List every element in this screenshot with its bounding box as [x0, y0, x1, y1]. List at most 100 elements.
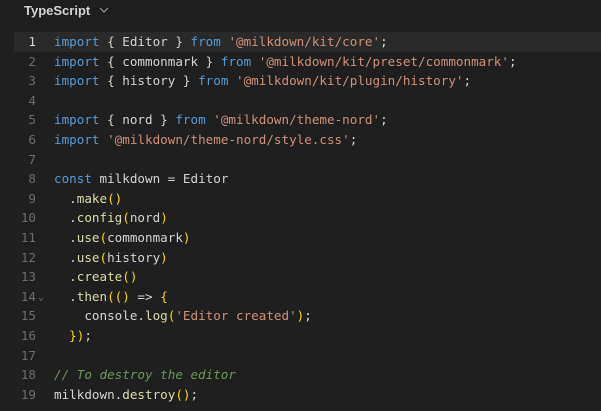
line-number: 8 [28, 171, 36, 187]
code-token: . [54, 210, 77, 226]
code-token: '@milkdown/kit/preset/commonmark' [258, 53, 509, 69]
code-text: .make() [54, 189, 122, 209]
code-token: const [54, 171, 92, 187]
code-editor[interactable]: 1 import { Editor } from '@milkdown/kit/c… [14, 32, 601, 411]
code-token: ; [349, 131, 358, 147]
line-number: 2 [28, 53, 36, 69]
code-token: from [220, 53, 252, 69]
code-line: 16 }); [14, 326, 601, 346]
code-line: 8 const milkdown = Editor [14, 169, 601, 189]
code-line: 17 [14, 346, 601, 366]
code-line: 11 .use(commonmark) [14, 228, 601, 248]
code-token: console. [54, 308, 145, 324]
code-line: 2 import { commonmark } from '@milkdown/k… [14, 52, 601, 72]
code-token: history [107, 249, 161, 265]
line-number: 3 [28, 73, 36, 89]
code-text: }); [54, 326, 92, 346]
code-text: import { commonmark } from '@milkdown/ki… [54, 52, 517, 72]
code-token: ; [190, 386, 199, 402]
code-token: from [175, 112, 206, 128]
code-token: // To destroy the editor [54, 367, 236, 383]
code-line: 10 .config(nord) [14, 208, 601, 228]
code-token: . [54, 269, 77, 285]
code-token: import [54, 73, 100, 89]
code-token: '@milkdown/kit/plugin/history' [236, 73, 464, 89]
code-token: () [122, 269, 138, 285]
line-number: 10 [20, 210, 36, 226]
code-token: . [54, 288, 77, 304]
code-token: { commonmark } [99, 53, 221, 69]
code-header: TypeScript [0, 0, 601, 24]
code-token: }) [54, 327, 85, 343]
code-token: milkdown = Editor [91, 171, 229, 187]
code-line: 14 ⌄ .then(() => { [14, 287, 601, 307]
code-text: import { history } from '@milkdown/kit/p… [54, 71, 471, 91]
line-number: 4 [28, 92, 36, 108]
code-token: ; [508, 53, 517, 69]
line-number: 13 [20, 269, 36, 285]
code-token: { history } [99, 73, 199, 89]
line-number: 19 [20, 386, 36, 402]
code-token: . [54, 229, 77, 245]
code-token: commonmark [107, 229, 183, 245]
code-token: '@milkdown/kit/core' [228, 34, 381, 49]
code-token: '@milkdown/theme-nord/style.css' [107, 131, 350, 147]
code-line: 4 [14, 91, 601, 111]
code-line: 7 [14, 150, 601, 170]
line-number: 16 [20, 327, 36, 343]
code-text: .use(history) [54, 248, 168, 268]
line-number: 12 [20, 249, 36, 265]
code-token: 'Editor created' [175, 308, 297, 324]
code-line: 6 import '@milkdown/theme-nord/style.css'… [14, 130, 601, 150]
code-token: (() [107, 288, 130, 304]
code-token: { [160, 288, 168, 304]
code-viewer: TypeScript 1 import { Editor } from '@mil… [0, 0, 601, 411]
code-token: ) [160, 249, 168, 265]
code-token: () [175, 386, 191, 402]
code-token: . [54, 190, 77, 206]
code-token: ; [380, 112, 388, 128]
code-token: use [76, 229, 100, 245]
code-token: ( [122, 210, 130, 226]
code-lines: 1 import { Editor } from '@milkdown/kit/c… [14, 32, 601, 404]
code-token: import [54, 112, 100, 128]
code-text: console.log('Editor created'); [54, 306, 312, 326]
line-number: 11 [20, 229, 36, 245]
code-token: config [76, 210, 123, 226]
code-line: 3 import { history } from '@milkdown/kit/… [14, 71, 601, 91]
code-token: ; [463, 73, 472, 89]
line-number: 7 [28, 151, 36, 167]
code-line: 19 milkdown.destroy(); [14, 385, 601, 405]
code-token: () [107, 190, 123, 206]
code-line: 18 // To destroy the editor [14, 365, 601, 385]
code-token: { nord } [99, 112, 176, 128]
code-token: ( [99, 229, 108, 245]
code-token: nord [129, 210, 161, 226]
line-number: 17 [20, 347, 36, 363]
chevron-down-icon [100, 7, 109, 13]
line-number: 18 [20, 367, 36, 383]
code-text: milkdown.destroy(); [54, 385, 198, 405]
language-dropdown[interactable]: TypeScript [24, 0, 110, 20]
code-token: ; [84, 327, 92, 343]
line-number: 1 [28, 34, 36, 49]
code-text: // To destroy the editor [54, 365, 236, 385]
code-token: import [54, 53, 100, 69]
code-text: const milkdown = Editor [54, 169, 228, 189]
fold-chevron-icon[interactable]: ⌄ [38, 288, 44, 308]
code-token: from [198, 73, 229, 89]
code-text: import '@milkdown/theme-nord/style.css'; [54, 130, 357, 150]
code-token: log [145, 308, 168, 324]
line-number: 6 [28, 131, 36, 147]
code-token: ) [182, 229, 191, 245]
code-line: 1 import { Editor } from '@milkdown/kit/c… [14, 32, 601, 52]
code-text: import { nord } from '@milkdown/theme-no… [54, 110, 388, 130]
code-token: ; [380, 34, 388, 49]
code-token: then [76, 288, 108, 304]
code-text: .create() [54, 267, 137, 287]
code-token: use [76, 249, 100, 265]
code-text: .then(() => { [54, 287, 168, 307]
code-token: { Editor } [99, 34, 191, 49]
